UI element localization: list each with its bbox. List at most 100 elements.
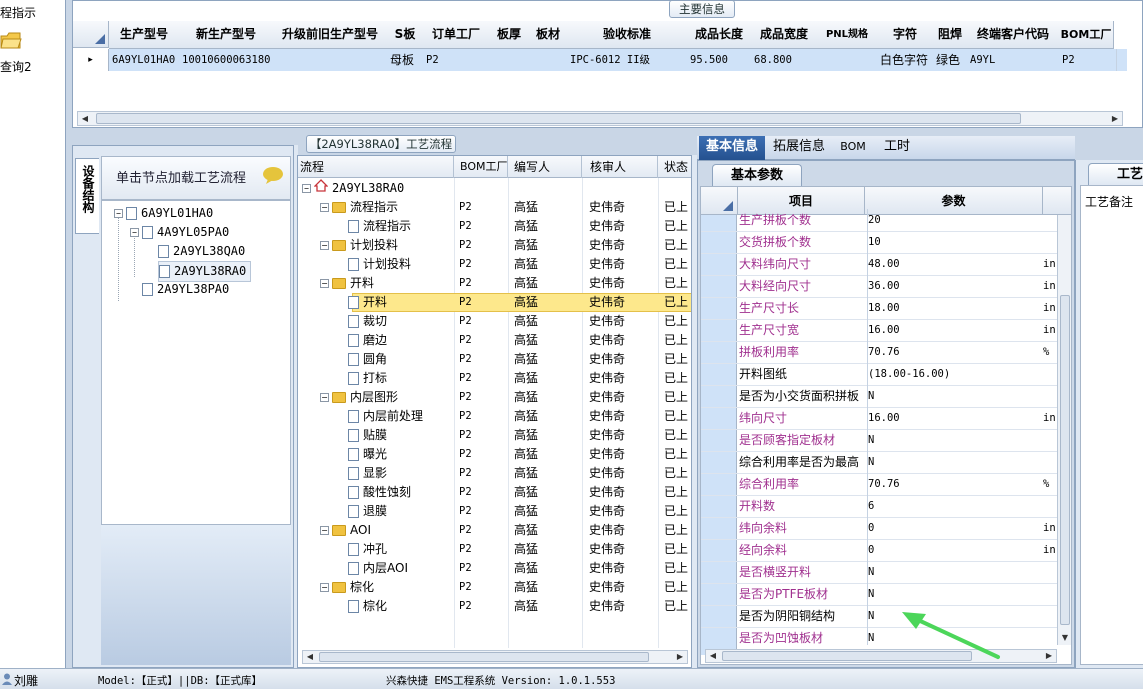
process-row[interactable]: 酸性蚀刻 P2 高猛 史伟奇 已上 [298,483,691,502]
process-bom-cell[interactable]: P2 [459,293,472,312]
scroll-right-arrow-icon[interactable]: ▶ [1108,112,1122,126]
param-row[interactable]: 纬向尺寸 16.00 in [701,407,1057,430]
process-row[interactable]: 贴膜 P2 高猛 史伟奇 已上 [298,426,691,445]
process-row[interactable]: 内层前处理 P2 高猛 史伟奇 已上 [298,407,691,426]
col-header-new-model[interactable]: 新生产型号 [179,21,274,49]
process-node[interactable]: 冲孔 [348,540,387,559]
cell-thickness[interactable] [489,49,533,71]
param-row[interactable]: 生产拼板个数 20 [701,209,1057,232]
process-writer-cell[interactable]: 高猛 [514,236,538,255]
col-header-flow[interactable]: 流程 [298,156,454,178]
process-row[interactable]: 裁切 P2 高猛 史伟奇 已上 [298,312,691,331]
tree-node[interactable]: −4A9YL05PA0 [130,223,229,242]
cell-customer[interactable]: A9YL [967,49,1063,71]
col-header-bom[interactable]: BOM工厂 [454,156,508,178]
col-header-solder[interactable]: 阻焊 [933,21,968,49]
process-reviewer-cell[interactable]: 史伟奇 [589,521,625,540]
process-status-cell[interactable]: 已上 [664,293,688,312]
process-node[interactable]: 圆角 [348,350,387,369]
param-value[interactable]: 6 [865,495,1046,517]
param-value[interactable]: 0 [865,517,1046,539]
param-value[interactable]: 20 [865,209,1046,231]
process-row[interactable]: 计划投料 P2 高猛 史伟奇 已上 [298,255,691,274]
process-bom-cell[interactable]: P2 [459,217,472,236]
process-status-cell[interactable]: 已上 [664,369,688,388]
process-status-cell[interactable]: 已上 [664,236,688,255]
cell-model[interactable]: 6A9YL01HA0 [109,49,183,71]
param-row[interactable]: 是否为小交货面积拼板 N [701,385,1057,408]
process-reviewer-cell[interactable]: 史伟奇 [589,502,625,521]
param-row[interactable]: 拼板利用率 70.76% [701,341,1057,364]
process-bom-cell[interactable]: P2 [459,388,472,407]
process-node[interactable]: 磨边 [348,331,387,350]
col-header-material[interactable]: 板材 [529,21,568,49]
folder-open-icon[interactable] [0,30,22,50]
cell-length[interactable]: 95.500 [687,49,755,71]
process-node[interactable]: 显影 [348,464,387,483]
param-value[interactable]: N [865,451,1046,473]
param-value[interactable]: (18.00-16.00) [865,363,1046,385]
process-bom-cell[interactable]: P2 [459,597,472,616]
process-reviewer-cell[interactable]: 史伟奇 [589,369,625,388]
col-header-customer[interactable]: 终端客户代码 [967,21,1060,49]
param-row[interactable]: 大料纬向尺寸 48.00 in [701,253,1057,276]
process-reviewer-cell[interactable]: 史伟奇 [589,388,625,407]
process-status-cell[interactable]: 已上 [664,426,688,445]
tree-node[interactable]: 2A9YL38PA0 [142,280,229,299]
param-value[interactable]: 70.76 [865,473,1046,495]
process-status-cell[interactable]: 已上 [664,407,688,426]
cell-width[interactable]: 68.800 [751,49,821,71]
process-status-cell[interactable]: 已上 [664,445,688,464]
process-writer-cell[interactable]: 高猛 [514,407,538,426]
scroll-thumb[interactable] [1060,295,1070,625]
scroll-right-arrow-icon[interactable]: ▶ [1042,649,1056,663]
process-reviewer-cell[interactable]: 史伟奇 [589,312,625,331]
process-row[interactable]: 冲孔 P2 高猛 史伟奇 已上 [298,540,691,559]
param-row[interactable]: 开料数 6 [701,495,1057,518]
process-hscrollbar[interactable]: ◀ ▶ [302,650,688,664]
param-row[interactable]: 大料经向尺寸 36.00 in [701,275,1057,298]
process-reviewer-cell[interactable]: 史伟奇 [589,274,625,293]
process-writer-cell[interactable]: 高猛 [514,274,538,293]
col-header-model[interactable]: 生产型号 [109,21,180,49]
process-status-cell[interactable]: 已上 [664,217,688,236]
process-writer-cell[interactable]: 高猛 [514,369,538,388]
param-row[interactable]: 纬向余料 0 in [701,517,1057,540]
process-node[interactable]: 棕化 [348,597,387,616]
process-writer-cell[interactable]: 高猛 [514,540,538,559]
process-node[interactable]: − 棕化 [320,578,374,597]
process-node[interactable]: 酸性蚀刻 [348,483,411,502]
process-row[interactable]: 内层AOI P2 高猛 史伟奇 已上 [298,559,691,578]
param-row[interactable]: 综合利用率是否为最高 N [701,451,1057,474]
process-row[interactable]: 磨边 P2 高猛 史伟奇 已上 [298,331,691,350]
nav-item-process-guide[interactable]: 程指示 [0,4,36,21]
col-header-bom-factory[interactable]: BOM工厂 [1059,21,1114,49]
process-writer-cell[interactable]: 高猛 [514,350,538,369]
process-bom-cell[interactable]: P2 [459,198,472,217]
tab-work-hours[interactable]: 工时 [877,136,917,160]
process-writer-cell[interactable]: 高猛 [514,255,538,274]
process-bom-cell[interactable]: P2 [459,236,472,255]
process-bom-cell[interactable]: P2 [459,578,472,597]
scroll-left-arrow-icon[interactable]: ◀ [706,649,720,663]
grid-corner[interactable] [73,21,109,48]
process-writer-cell[interactable]: 高猛 [514,502,538,521]
process-status-cell[interactable]: 已上 [664,331,688,350]
cell-char[interactable]: 白色字符 [877,49,937,71]
param-value[interactable]: N [865,385,1046,407]
params-vscrollbar[interactable]: ▼ [1057,215,1071,645]
process-writer-cell[interactable]: 高猛 [514,559,538,578]
process-writer-cell[interactable]: 高猛 [514,597,538,616]
scroll-right-arrow-icon[interactable]: ▶ [673,650,687,664]
process-reviewer-cell[interactable]: 史伟奇 [589,217,625,236]
process-row[interactable]: 曝光 P2 高猛 史伟奇 已上 [298,445,691,464]
process-bom-cell[interactable]: P2 [459,502,472,521]
col-header-reviewer[interactable]: 核审人 [582,156,658,178]
tab-process[interactable]: 工艺 [1088,163,1143,185]
process-status-cell[interactable]: 已上 [664,559,688,578]
process-row[interactable]: − 开料 P2 高猛 史伟奇 已上 [298,274,691,293]
process-writer-cell[interactable]: 高猛 [514,578,538,597]
col-header-thickness[interactable]: 板厚 [489,21,530,49]
cell-pnl[interactable] [817,49,881,71]
process-writer-cell[interactable]: 高猛 [514,483,538,502]
